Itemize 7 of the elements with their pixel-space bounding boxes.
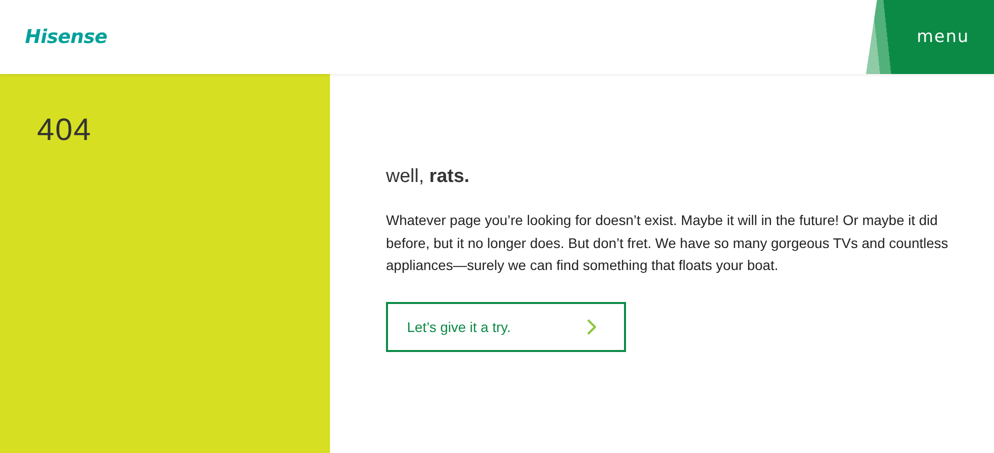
try-button[interactable]: Let’s give it a try. xyxy=(386,302,626,352)
menu-button[interactable]: menu xyxy=(866,0,994,74)
error-code: 404 xyxy=(37,112,92,147)
heading: well, rats. xyxy=(386,166,470,188)
hisense-logo[interactable]: Hisense xyxy=(25,26,108,48)
error-message: Whatever page you’re looking for doesn’t exist. Maybe it will in the future! Or maybe it did before, but it no longer does. But don’t fret. We have so many gorgeous TVs and countless appliances—surely we can find something that floats your boat. xyxy=(386,211,950,275)
chevron-right-icon xyxy=(586,318,596,334)
